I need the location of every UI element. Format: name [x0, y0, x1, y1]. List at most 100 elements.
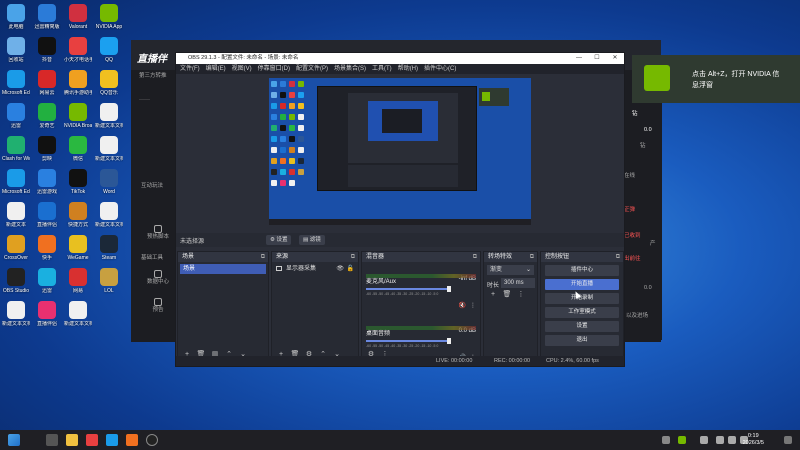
- menu-item[interactable]: 工具(T): [372, 64, 392, 74]
- desktop-icon[interactable]: 剪映: [33, 136, 61, 162]
- desktop-icon[interactable]: Steam: [95, 235, 123, 261]
- desktop-icon[interactable]: Microsoft Edge: [2, 169, 30, 195]
- more-icon[interactable]: ⋮: [470, 302, 476, 309]
- taskbar-clock[interactable]: 0:19 2026/3/5: [743, 433, 764, 447]
- desktop-icon[interactable]: 爱奇艺: [33, 103, 61, 129]
- desktop-icon[interactable]: Valorant: [64, 4, 92, 30]
- menu-item[interactable]: 文件(F): [180, 64, 200, 74]
- desktop-icon[interactable]: 快捷方式: [64, 202, 92, 228]
- desktop-icon[interactable]: QQ: [95, 37, 123, 63]
- maximize-icon[interactable]: ☐: [588, 53, 606, 64]
- lock-icon[interactable]: 🔓: [347, 264, 354, 274]
- desktop-icon[interactable]: 迅雷: [33, 268, 61, 294]
- desktop-icon[interactable]: 迅雷游戏: [33, 169, 61, 195]
- menu-item[interactable]: 帮助(H): [398, 64, 418, 74]
- minimize-icon[interactable]: —: [570, 53, 588, 64]
- tray-chevron-icon[interactable]: [662, 436, 670, 444]
- source-toolbar: 未选择源 ⚙ 设置 ▤ 滤镜: [176, 233, 624, 247]
- preview-icon: [298, 81, 304, 87]
- menu-item[interactable]: 场景集合(S): [334, 64, 366, 74]
- desktop-icon[interactable]: 新建文本文档: [2, 301, 30, 327]
- desktop-icon[interactable]: 小天才电话手表: [64, 37, 92, 63]
- speaker-icon[interactable]: [728, 436, 736, 444]
- studio-mode-button[interactable]: 工作室模式: [545, 307, 619, 318]
- windows-start-icon[interactable]: [8, 434, 20, 446]
- nvidia-notification[interactable]: 点击 Alt+Z，打开 NVIDIA 信 息浮窗: [632, 55, 800, 103]
- menu-item[interactable]: 停靠窗口(D): [258, 64, 290, 74]
- volume-slider[interactable]: [366, 338, 451, 344]
- taskbar-app-icon[interactable]: [126, 434, 138, 446]
- duration-input[interactable]: 300 ms: [501, 278, 535, 288]
- desktop-icon[interactable]: 新建文本文档: [95, 202, 123, 228]
- desktop-icon[interactable]: QQ音乐: [95, 70, 123, 96]
- desktop-icon[interactable]: OBS Studio: [2, 268, 30, 294]
- bg-app-item[interactable]: 预热脚本: [143, 225, 173, 241]
- desktop-icon[interactable]: 回收站: [2, 37, 30, 63]
- desktop-icon[interactable]: 腾讯手游助手: [64, 70, 92, 96]
- bg-app-item[interactable]: 数据中心: [143, 270, 173, 286]
- start-streaming-button[interactable]: 开始直播: [545, 279, 619, 290]
- plugin-center-button[interactable]: 插件中心: [545, 265, 619, 276]
- clock-time: 0:19: [747, 433, 759, 439]
- eye-icon[interactable]: 👁: [336, 264, 344, 274]
- scene-item[interactable]: 场景: [180, 264, 266, 274]
- desktop-icon[interactable]: 抖音: [33, 37, 61, 63]
- desktop-icon[interactable]: 新建文本文档: [64, 301, 92, 327]
- muted-speaker-icon[interactable]: 🔇: [459, 302, 466, 309]
- undock-icon[interactable]: ⧉: [473, 252, 477, 262]
- desktop-icon[interactable]: 微信: [64, 136, 92, 162]
- close-icon[interactable]: ✕: [606, 53, 624, 64]
- desktop-icon[interactable]: WeGame: [64, 235, 92, 261]
- add-icon[interactable]: +: [488, 291, 498, 298]
- nvidia-tray-icon[interactable]: [678, 436, 686, 444]
- settings-button[interactable]: 设置: [545, 321, 619, 332]
- obs-taskbar-icon[interactable]: [146, 434, 158, 446]
- microphone-icon[interactable]: [700, 436, 708, 444]
- bg-app-item[interactable]: 预告: [143, 298, 173, 314]
- menu-item[interactable]: 视图(V): [232, 64, 252, 74]
- desktop-icon[interactable]: CrossOver: [2, 235, 30, 261]
- network-icon[interactable]: [716, 436, 724, 444]
- transition-select[interactable]: 渐变 ⌄: [487, 265, 534, 275]
- desktop-icon[interactable]: 迅雷: [2, 103, 30, 129]
- desktop-icon[interactable]: 直播伴侣: [33, 301, 61, 327]
- volume-slider[interactable]: [366, 286, 451, 292]
- app-icon: [38, 136, 56, 154]
- desktop-icon[interactable]: LOL: [95, 268, 123, 294]
- desktop-icon[interactable]: 此电脑: [2, 4, 30, 30]
- task-view-icon[interactable]: [46, 434, 58, 446]
- file-explorer-icon[interactable]: [66, 434, 78, 446]
- menu-item[interactable]: 插件中心(C): [424, 64, 456, 74]
- menu-item[interactable]: 配置文件(P): [296, 64, 328, 74]
- desktop-icon[interactable]: Microsoft Edge: [2, 70, 30, 96]
- notification-bell-icon[interactable]: [784, 436, 792, 444]
- properties-button[interactable]: ⚙ 设置: [266, 235, 292, 245]
- undock-icon[interactable]: ⧉: [261, 252, 265, 262]
- edge-icon[interactable]: [106, 434, 118, 446]
- trash-icon[interactable]: 🗑: [502, 290, 512, 298]
- desktop-icon[interactable]: NVIDIA App: [95, 4, 123, 30]
- desktop-icon[interactable]: 网易云: [33, 70, 61, 96]
- desktop-icon[interactable]: Clash for Windows: [2, 136, 30, 162]
- desktop-icon[interactable]: 新建文本文档: [95, 103, 123, 129]
- desktop-icon[interactable]: NVIDIA Broadcast: [64, 103, 92, 129]
- desktop-icon[interactable]: 新建文本文档: [95, 136, 123, 162]
- undock-icon[interactable]: ⧉: [616, 252, 620, 262]
- exit-button[interactable]: 退出: [545, 335, 619, 346]
- desktop-icon[interactable]: 新建文本: [2, 202, 30, 228]
- source-item[interactable]: 显示器采集 👁 🔓: [274, 264, 356, 274]
- desktop-icon[interactable]: Word: [95, 169, 123, 195]
- filters-button[interactable]: ▤ 滤镜: [299, 235, 325, 245]
- start-recording-button[interactable]: 开始录制: [545, 293, 619, 304]
- preview-canvas[interactable]: [269, 78, 531, 225]
- taskbar-app-icon[interactable]: [86, 434, 98, 446]
- desktop-icon[interactable]: 网易: [64, 268, 92, 294]
- undock-icon[interactable]: ⧉: [351, 252, 355, 262]
- desktop-icon[interactable]: 迅雷精简版: [33, 4, 61, 30]
- desktop-icon[interactable]: 快手: [33, 235, 61, 261]
- desktop-icon[interactable]: 直播伴侣: [33, 202, 61, 228]
- desktop-icon[interactable]: TikTok: [64, 169, 92, 195]
- undock-icon[interactable]: ⧉: [530, 252, 534, 262]
- menu-item[interactable]: 编辑(E): [206, 64, 226, 74]
- more-icon[interactable]: ⋮: [516, 290, 526, 298]
